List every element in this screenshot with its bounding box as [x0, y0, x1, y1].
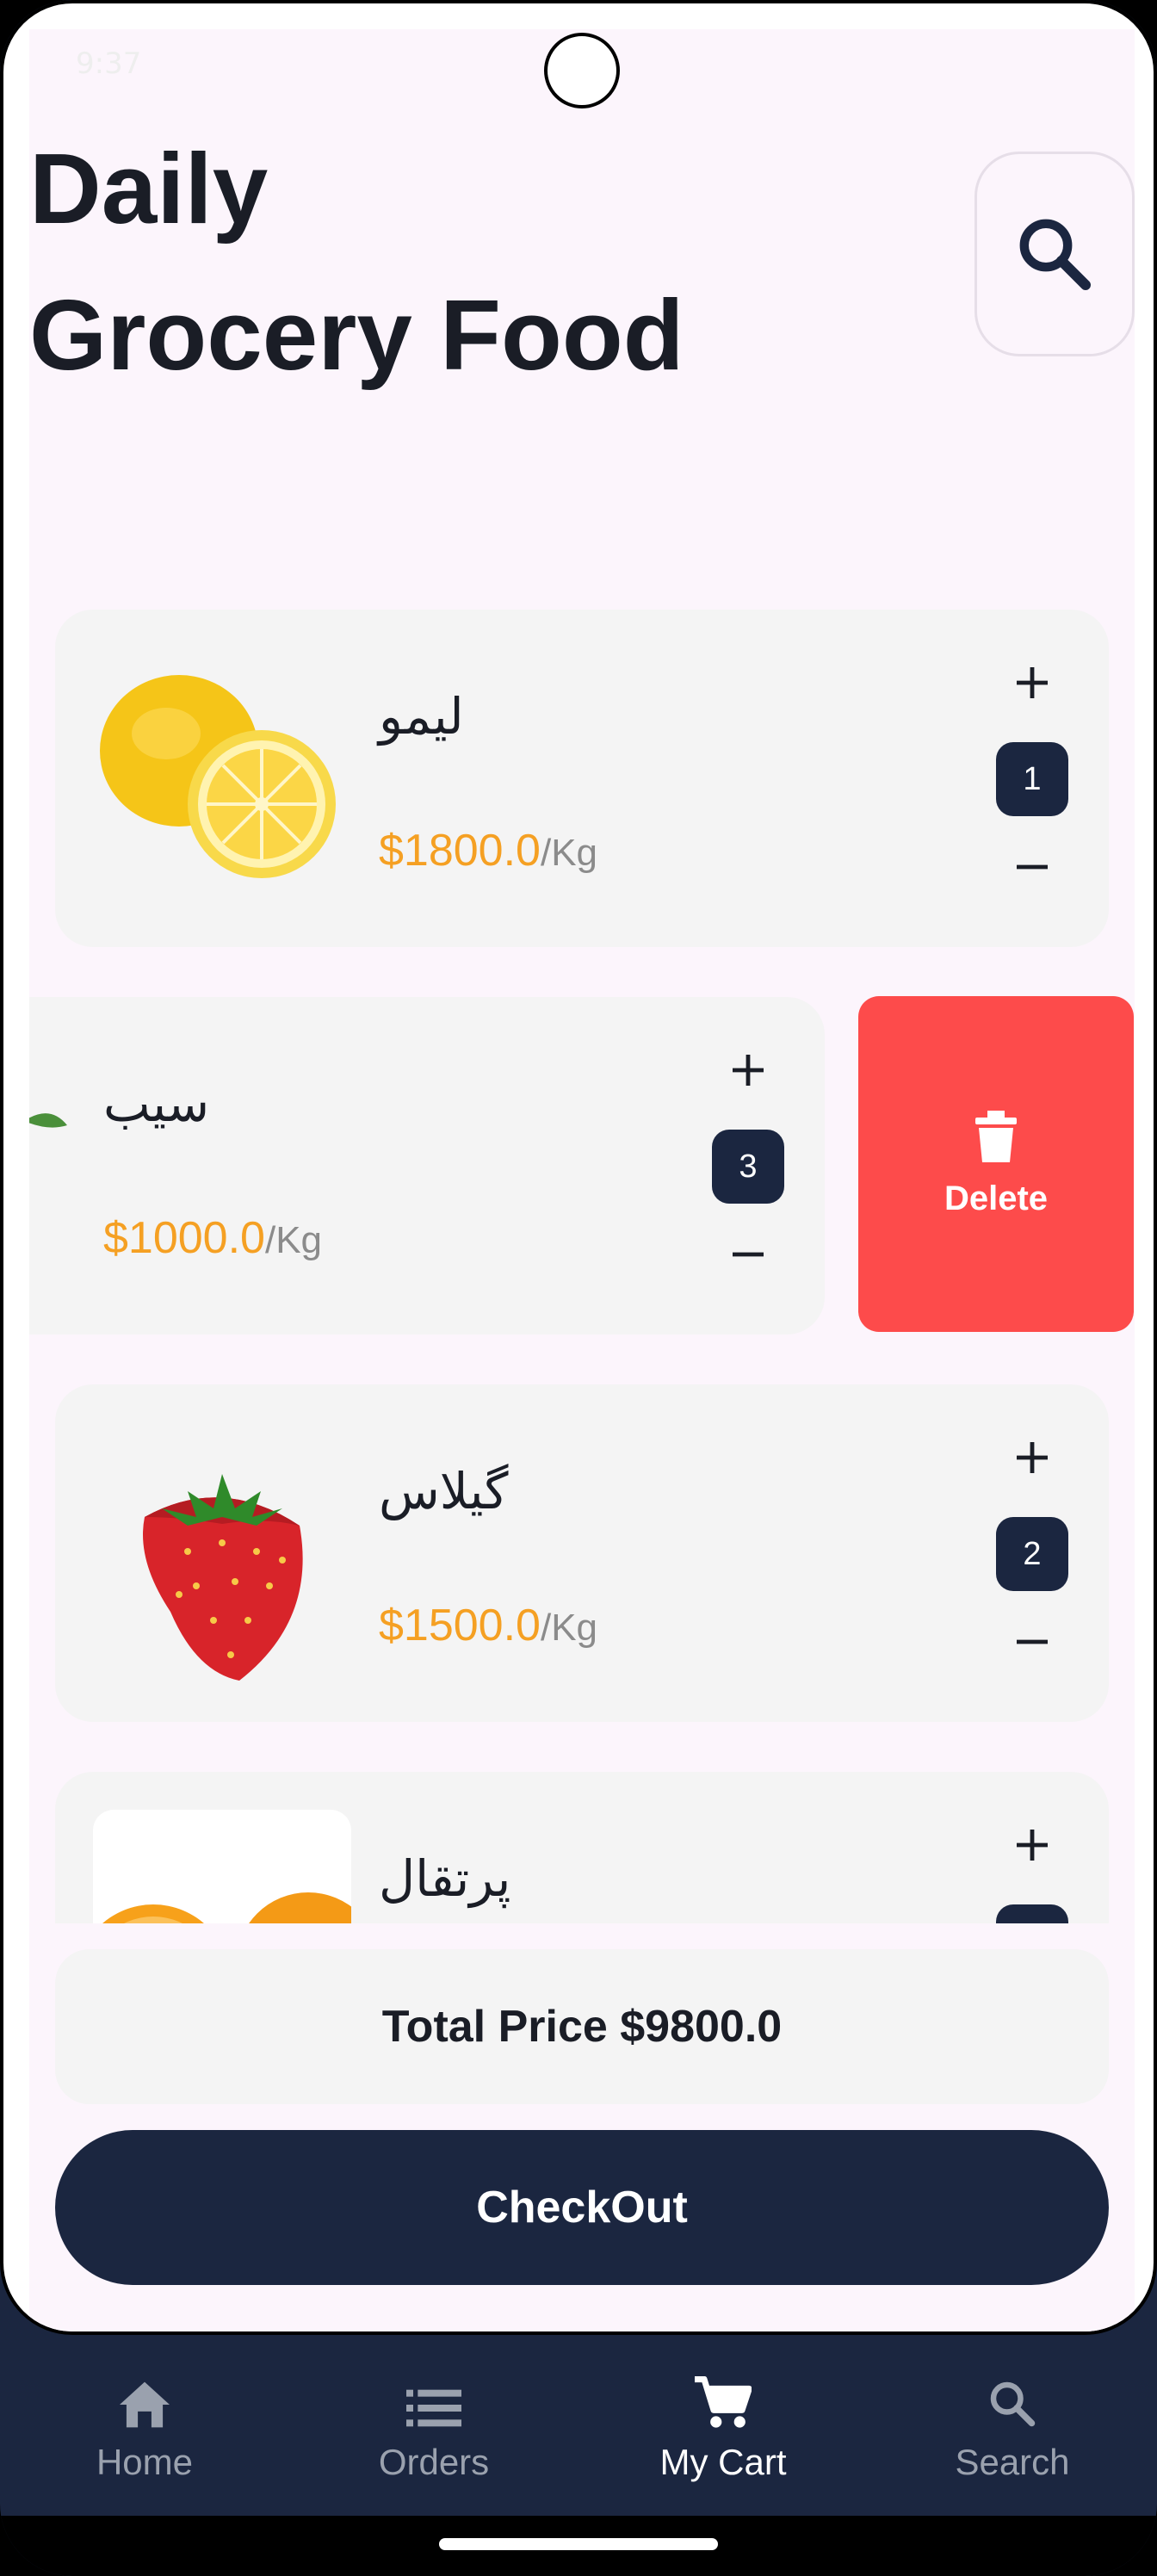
delete-label: Delete: [944, 1179, 1049, 1217]
apple-image: [29, 1113, 67, 1128]
nav-my-cart[interactable]: My Cart: [578, 2335, 868, 2516]
nav-orders[interactable]: Orders: [289, 2335, 578, 2516]
decrease-button[interactable]: [709, 1224, 787, 1285]
cart-icon: [695, 2376, 752, 2428]
home-icon: [120, 2381, 170, 2428]
search-icon: [1019, 219, 1091, 290]
plus-icon: [1017, 667, 1048, 698]
quantity-stepper: 2: [993, 1427, 1071, 1677]
price-value: $1500.0: [379, 1601, 541, 1650]
page-title: Daily Grocery Food: [29, 115, 684, 408]
nav-search[interactable]: Search: [868, 2335, 1157, 2516]
orange-image: [93, 1810, 351, 1923]
camera-cutout: [544, 33, 620, 108]
decrease-button[interactable]: [993, 837, 1071, 897]
phone-frame: 9:37 Daily Grocery Food لیمو $1800.0/Kg …: [0, 0, 1157, 2576]
delete-button[interactable]: Delete: [858, 996, 1134, 1332]
nav-search-label: Search: [955, 2442, 1070, 2482]
title-line-2: Grocery Food: [29, 279, 684, 391]
nav-orders-label: Orders: [378, 2442, 490, 2482]
gesture-bar: [0, 2516, 1157, 2576]
trash-icon: [975, 1110, 1017, 1162]
decrease-button[interactable]: [993, 1612, 1071, 1672]
price-value: $1800.0: [379, 826, 541, 876]
item-price: $1800.0/Kg: [379, 825, 597, 876]
price-value: $1000.0: [103, 1213, 265, 1263]
plus-icon: [1017, 1442, 1048, 1473]
quantity-value: [996, 1904, 1068, 1923]
strawberry-image: [143, 1474, 303, 1681]
quantity-stepper: 1: [993, 653, 1071, 902]
quantity-stepper: 3: [709, 1040, 787, 1290]
item-name: پرتقال: [379, 1849, 511, 1908]
plus-icon: [1017, 1830, 1048, 1861]
checkout-button[interactable]: CheckOut: [55, 2130, 1109, 2285]
increase-button[interactable]: [993, 653, 1071, 713]
item-price: $1500.0/Kg: [379, 1600, 597, 1651]
minus-icon: [1017, 864, 1048, 870]
minus-icon: [733, 1252, 764, 1257]
cart-item-strawberry[interactable]: گیلاس $1500.0/Kg 2: [55, 1384, 1109, 1722]
bottom-navigation: Home Orders My Cart Search: [0, 2335, 1157, 2516]
app-screen: 9:37 Daily Grocery Food لیمو $1800.0/Kg …: [0, 0, 1157, 2335]
list-icon: [406, 2389, 461, 2427]
quantity-value: 1: [996, 742, 1068, 816]
search-icon: [990, 2381, 1036, 2427]
nav-home[interactable]: Home: [0, 2335, 289, 2516]
lemon-image: [100, 675, 336, 878]
price-unit: /Kg: [264, 1219, 323, 1261]
quantity-stepper: [993, 1815, 1071, 1923]
price-unit: /Kg: [540, 832, 598, 874]
increase-button[interactable]: [993, 1427, 1071, 1488]
minus-icon: [1017, 1639, 1048, 1644]
cart-item-orange[interactable]: پرتقال: [55, 1772, 1109, 1923]
item-price: $1000.0/Kg: [103, 1212, 322, 1264]
quantity-value: 3: [712, 1130, 784, 1204]
home-indicator[interactable]: [439, 2538, 718, 2550]
cart-item-apple[interactable]: سیب $1000.0/Kg 3: [29, 997, 825, 1334]
item-name: گیلاس: [379, 1462, 509, 1520]
item-name: لیمو: [379, 687, 464, 746]
total-price: Total Price $9800.0: [55, 1949, 1109, 2104]
increase-button[interactable]: [709, 1040, 787, 1100]
search-button[interactable]: [974, 152, 1135, 356]
nav-home-label: Home: [96, 2442, 194, 2482]
item-name: سیب: [103, 1074, 210, 1133]
cart-item-lemon[interactable]: لیمو $1800.0/Kg 1: [55, 610, 1109, 947]
status-time: 9:37: [76, 46, 142, 81]
nav-my-cart-label: My Cart: [659, 2442, 787, 2482]
plus-icon: [733, 1055, 764, 1086]
increase-button[interactable]: [993, 1815, 1071, 1875]
price-unit: /Kg: [540, 1607, 598, 1649]
title-line-1: Daily: [29, 133, 269, 245]
quantity-value: 2: [996, 1517, 1068, 1591]
